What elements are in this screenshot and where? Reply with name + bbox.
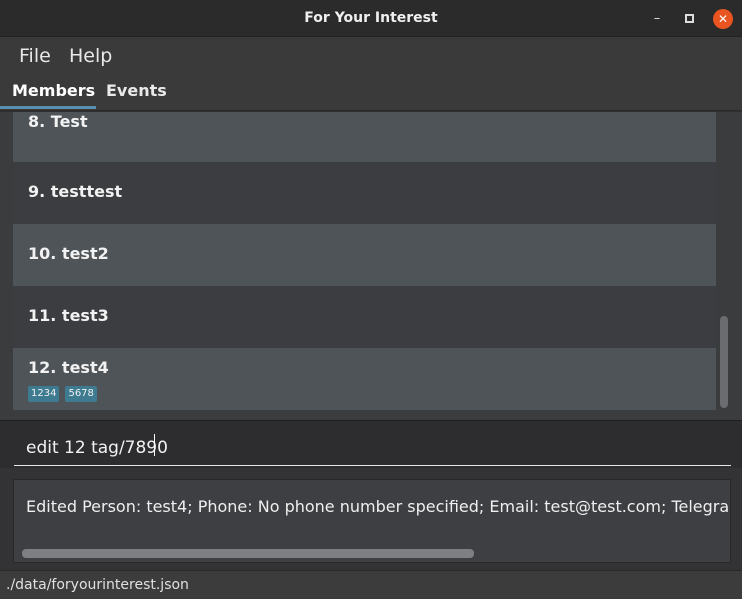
selected-tab-indicator: [0, 106, 96, 109]
text-caret: [154, 434, 155, 456]
close-icon[interactable]: ✕: [713, 9, 733, 29]
menu-file[interactable]: File: [19, 45, 51, 67]
tab-bar: Members Events: [0, 73, 742, 111]
window-title: For Your Interest: [304, 10, 438, 26]
result-display[interactable]: Edited Person: test4; Phone: No phone nu…: [13, 479, 731, 563]
member-name: 12. test4: [28, 358, 109, 377]
list-item[interactable]: 12. test4 1234 5678: [13, 348, 716, 410]
result-area: Edited Person: test4; Phone: No phone nu…: [0, 468, 742, 570]
list-item[interactable]: 11. test3: [13, 286, 716, 348]
list-item[interactable]: 9. testtest: [13, 162, 716, 224]
title-bar: For Your Interest – ✕: [0, 0, 742, 37]
maximize-icon[interactable]: [680, 9, 700, 29]
tab-members[interactable]: Members: [12, 81, 95, 100]
member-name: 8. Test: [28, 112, 88, 131]
command-box: [0, 420, 742, 468]
data-file-path: ./data/foryourinterest.json: [6, 577, 189, 593]
member-name: 11. test3: [28, 306, 109, 325]
list-item[interactable]: 10. test2: [13, 224, 716, 286]
list-scrollbar[interactable]: [720, 316, 728, 408]
member-name: 10. test2: [28, 244, 109, 263]
status-bar: ./data/foryourinterest.json: [0, 570, 742, 599]
menu-bar: File Help: [0, 37, 742, 73]
tab-events[interactable]: Events: [106, 81, 167, 100]
minimize-icon[interactable]: –: [647, 9, 667, 29]
menu-help[interactable]: Help: [69, 45, 112, 67]
command-input[interactable]: [14, 430, 731, 466]
tag-badge: 5678: [65, 386, 97, 402]
list-item[interactable]: 8. Test: [13, 112, 716, 164]
result-text: Edited Person: test4; Phone: No phone nu…: [26, 497, 731, 516]
member-list[interactable]: 8. Test 9. testtest 10. test2 11. test3 …: [0, 112, 742, 420]
result-scrollbar[interactable]: [22, 549, 474, 558]
tag-badge: 1234: [28, 386, 60, 402]
member-name: 9. testtest: [28, 182, 123, 201]
tag-list: 1234 5678: [28, 381, 103, 402]
